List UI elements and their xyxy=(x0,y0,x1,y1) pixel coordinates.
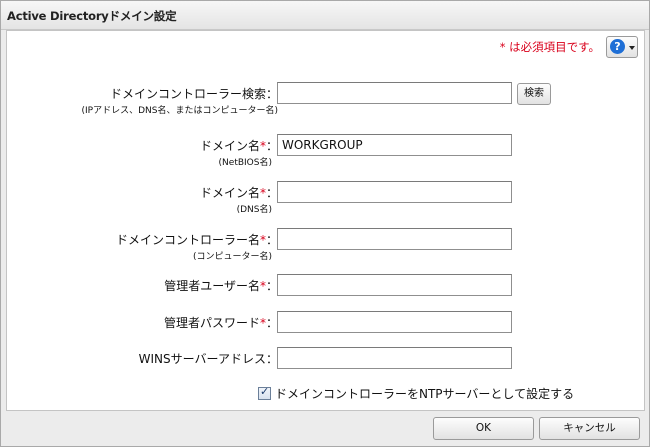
ok-button[interactable]: OK xyxy=(433,417,534,440)
ntp-checkbox-row[interactable]: ✓ ドメインコントローラーをNTPサーバーとして設定する xyxy=(258,385,574,402)
netbios-sublabel: (NetBIOS名) xyxy=(218,158,272,168)
dns-name-input[interactable] xyxy=(277,181,512,203)
admin-user-label: 管理者ユーザー名*： xyxy=(164,277,278,294)
admin-username-input[interactable] xyxy=(277,274,512,296)
dc-name-sublabel: (コンピューター名) xyxy=(192,252,272,262)
question-circle-icon: ? xyxy=(610,39,625,54)
admin-password-label: 管理者パスワード*： xyxy=(164,314,278,331)
netbios-name-input[interactable] xyxy=(277,134,512,156)
dns-label: ドメイン名*： xyxy=(200,184,278,201)
search-button[interactable]: 検索 xyxy=(517,83,551,105)
dc-name-label-text: ドメインコントローラー名 xyxy=(115,233,260,247)
dns-sublabel: (DNS名) xyxy=(236,205,272,215)
dialog-titlebar: Active Directoryドメイン設定 xyxy=(1,1,649,30)
help-button[interactable]: ? xyxy=(606,36,638,58)
cancel-button[interactable]: キャンセル xyxy=(539,417,640,440)
required-note-text: は必須項目です。 xyxy=(505,40,600,54)
admin-password-label-text: 管理者パスワード xyxy=(163,316,260,330)
dc-search-label: ドメインコントローラー検索： xyxy=(109,87,278,101)
required-note: * は必須項目です。 xyxy=(500,39,600,55)
active-directory-dialog: Active Directoryドメイン設定 * は必須項目です。 ? ドメイン… xyxy=(0,0,650,447)
netbios-label: ドメイン名*： xyxy=(200,137,278,154)
admin-user-label-text: 管理者ユーザー名 xyxy=(164,279,260,293)
ntp-checkbox-label: ドメインコントローラーをNTPサーバーとして設定する xyxy=(275,387,575,401)
checkmark-icon: ✓ xyxy=(260,385,270,398)
admin-password-input[interactable] xyxy=(277,311,512,333)
netbios-label-text: ドメイン名 xyxy=(199,139,260,153)
dc-name-label: ドメインコントローラー名*： xyxy=(116,231,278,248)
chevron-down-icon xyxy=(629,46,635,50)
dc-search-input[interactable] xyxy=(277,82,512,104)
dc-name-input[interactable] xyxy=(277,228,512,250)
dialog-title: Active Directoryドメイン設定 xyxy=(7,9,177,23)
dc-search-sublabel: (IPアドレス、DNS名、またはコンピューター名) xyxy=(81,106,278,116)
ntp-checkbox[interactable]: ✓ xyxy=(258,385,271,400)
wins-label: WINSサーバーアドレス： xyxy=(138,352,278,366)
wins-address-input[interactable] xyxy=(277,347,512,369)
dialog-content: * は必須項目です。 ? ドメインコントローラー検索： (IPアドレス、DNS名… xyxy=(6,30,645,411)
dns-label-text: ドメイン名 xyxy=(199,186,260,200)
